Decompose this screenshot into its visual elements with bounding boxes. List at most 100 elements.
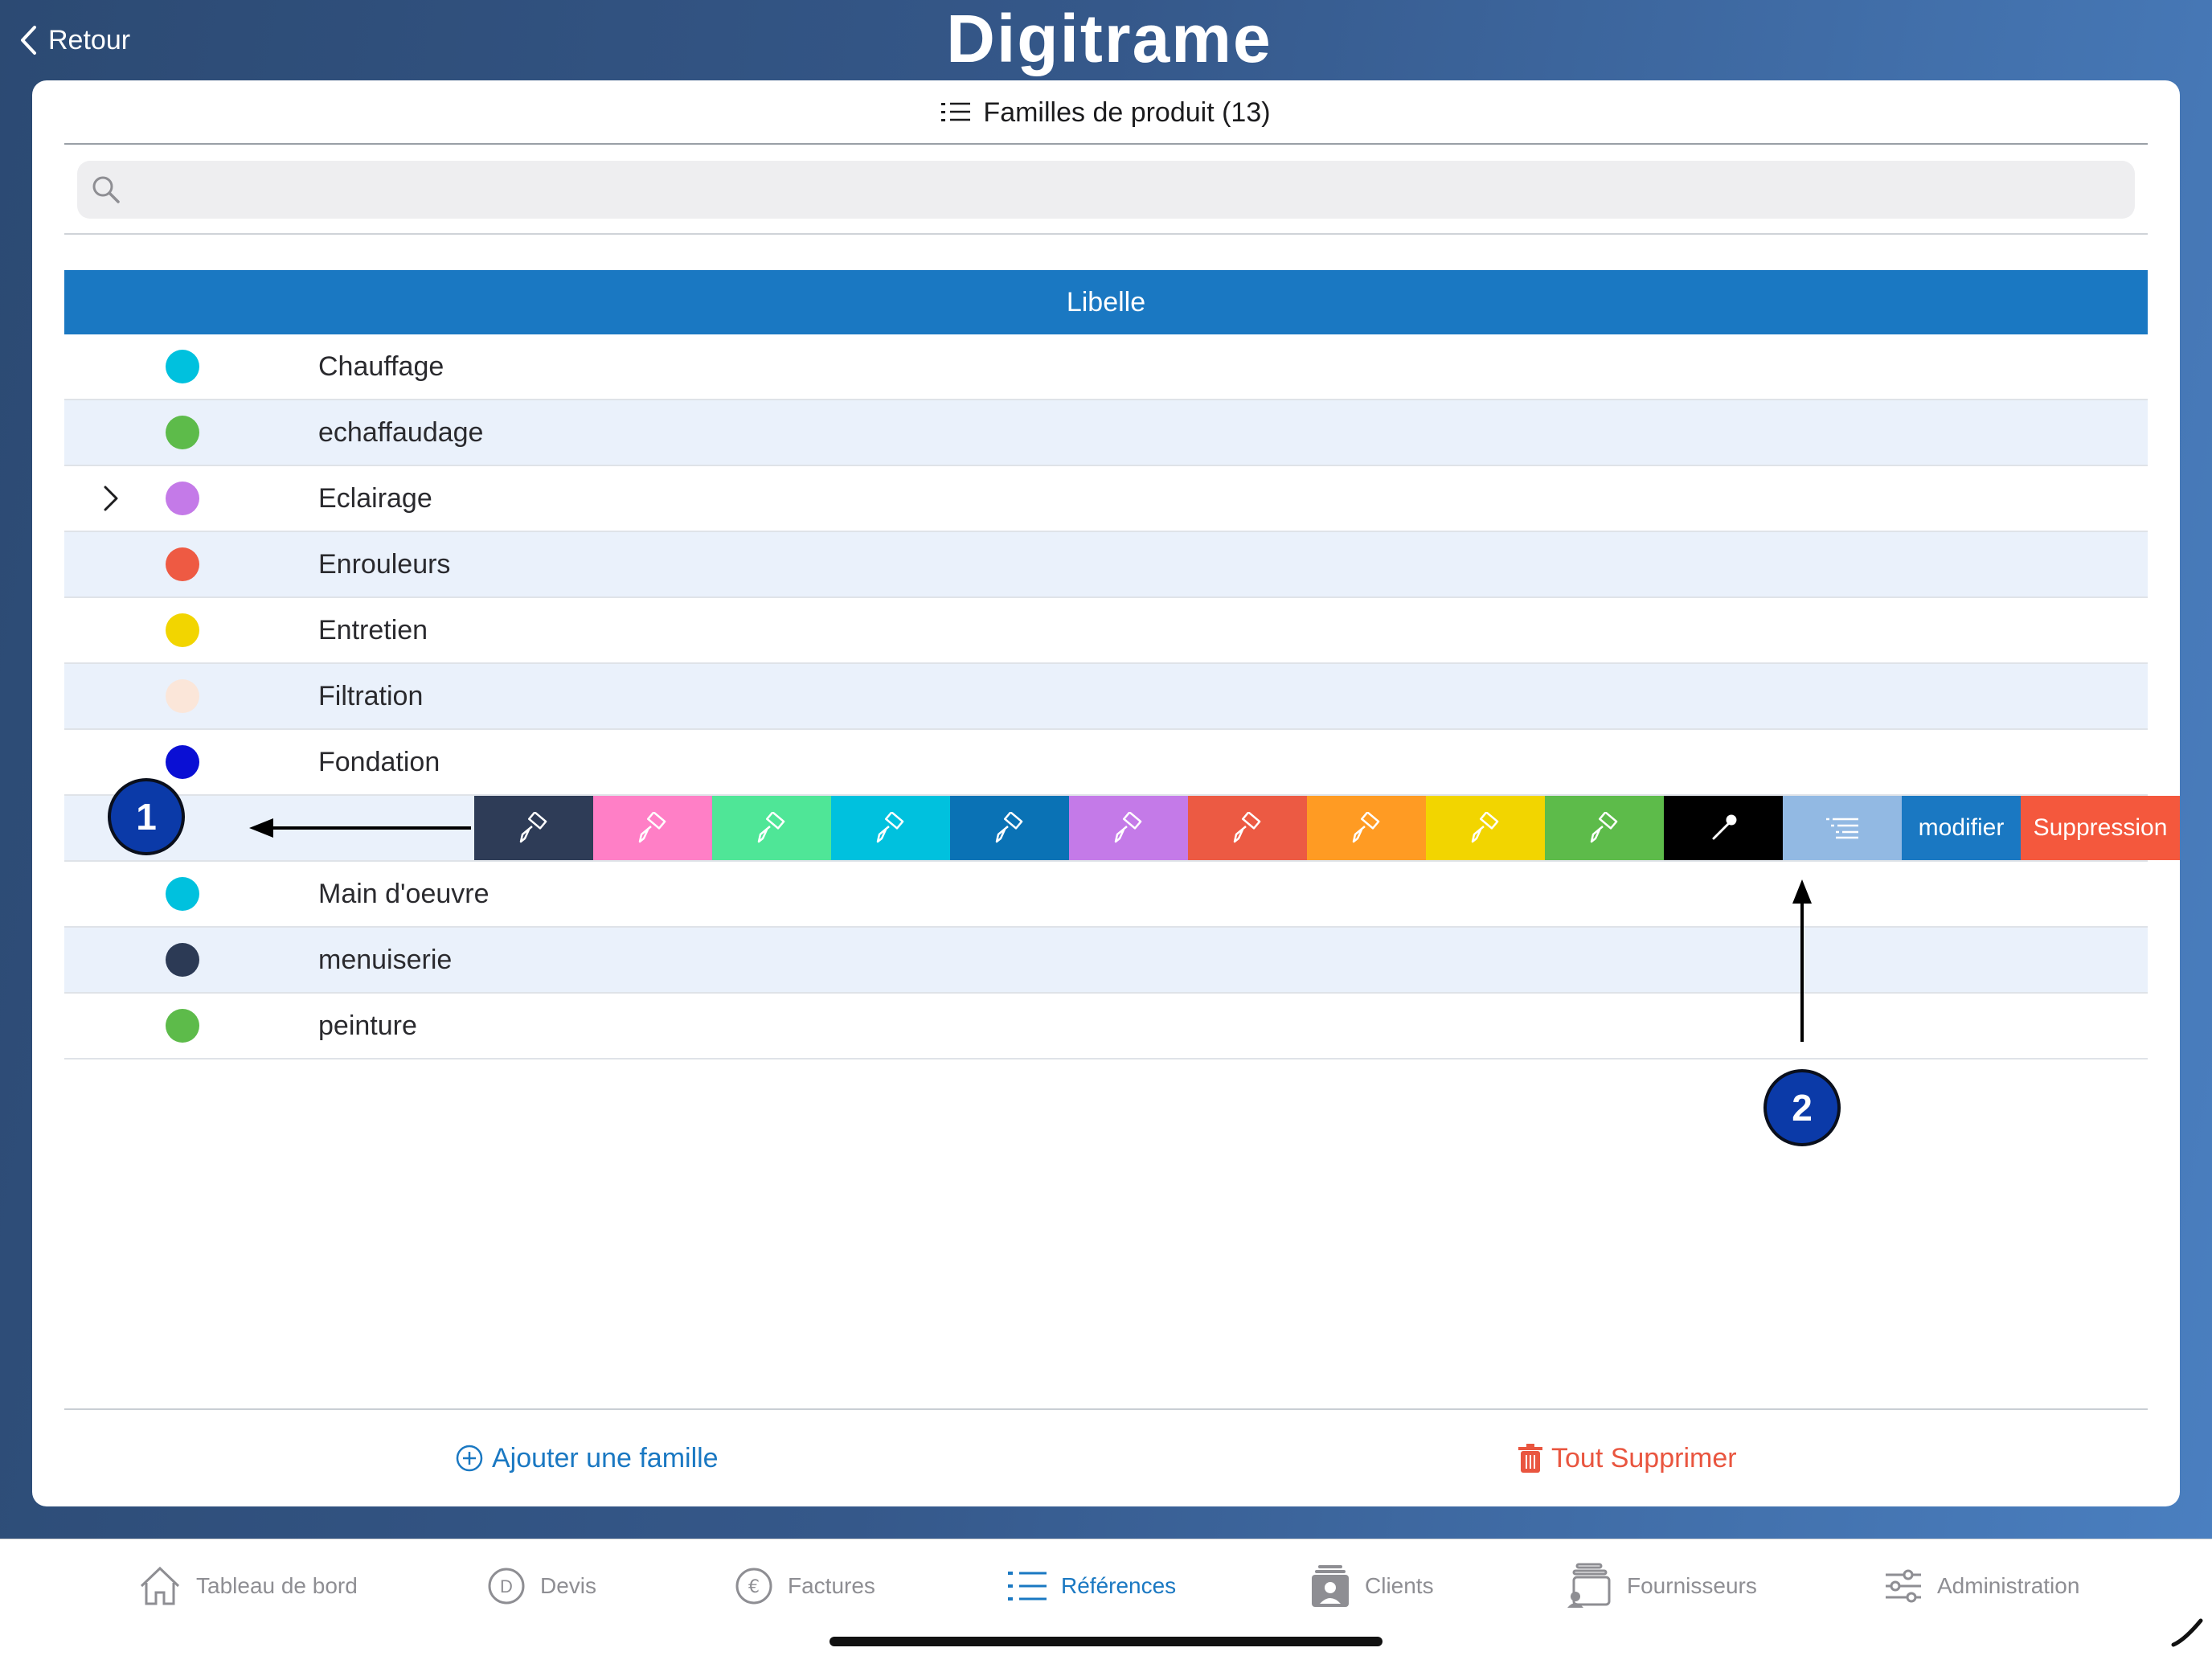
annotation-arrow-up (1792, 879, 1812, 1042)
row-label: Fondation (318, 746, 440, 777)
tab-label: Tableau de bord (196, 1573, 358, 1598)
search-icon (92, 176, 120, 203)
delete-button[interactable]: Suppression (2021, 796, 2180, 860)
table-row[interactable]: Main d'oeuvre (64, 862, 2148, 928)
back-label: Retour (48, 24, 131, 55)
families-table: Libelle Chauffage echaffaudage Eclairage… (64, 270, 2180, 1060)
paint-brush-icon (995, 812, 1023, 843)
tab-label: Devis (540, 1573, 597, 1598)
tab-label: Clients (1365, 1573, 1434, 1598)
row-label: Chauffage (318, 350, 444, 382)
row-label: Main d'oeuvre (318, 878, 490, 909)
title-divider (64, 143, 2148, 145)
eyedropper-button[interactable] (1664, 796, 1783, 860)
table-row[interactable]: Enrouleurs (64, 532, 2148, 598)
tab-fournisseurs[interactable]: Fournisseurs (1566, 1562, 1757, 1610)
tab-label: Factures (788, 1573, 875, 1598)
tab-devis[interactable]: D Devis (487, 1562, 596, 1610)
color-swatch-button[interactable] (831, 796, 950, 860)
tab-references[interactable]: Références (1008, 1562, 1176, 1610)
main-card: Familles de produit (13) Libelle Chauffa… (32, 80, 2180, 1506)
table-row[interactable]: peinture (64, 994, 2148, 1060)
table-row[interactable]: echaffaudage (64, 400, 2148, 466)
plus-circle-icon (456, 1445, 483, 1472)
back-button[interactable]: Retour (19, 18, 130, 63)
chevron-right-icon[interactable] (103, 486, 119, 511)
color-swatch-button[interactable] (1545, 796, 1664, 860)
color-dot (166, 943, 199, 977)
pencil-icon (2171, 1618, 2203, 1647)
search-bar[interactable] (77, 161, 2135, 219)
paint-brush-icon (1114, 812, 1142, 843)
table-row[interactable]: Eclairage (64, 466, 2148, 532)
row-label: menuiserie (318, 944, 453, 975)
search-divider (64, 233, 2148, 235)
indent-list-icon (1826, 818, 1858, 839)
annotation-badge-2: 2 (1763, 1069, 1841, 1146)
paint-brush-icon (638, 812, 666, 843)
paint-brush-icon (876, 812, 904, 843)
annotation-arrow-left (249, 818, 471, 838)
sliders-icon (1886, 1569, 1921, 1603)
table-row[interactable]: Entretien (64, 598, 2148, 664)
paint-brush-icon (1590, 812, 1618, 843)
row-label: Entretien (318, 614, 428, 646)
table-row[interactable]: Chauffage (64, 334, 2148, 400)
home-icon (140, 1566, 180, 1605)
chevron-left-icon (21, 26, 36, 55)
color-dot (166, 745, 199, 779)
tab-tableau-de-bord[interactable]: Tableau de bord (138, 1562, 358, 1610)
paint-brush-icon (519, 812, 547, 843)
color-dot (166, 1009, 199, 1043)
column-header-libelle[interactable]: Libelle (64, 270, 2148, 334)
color-dot (166, 679, 199, 713)
modify-button[interactable]: modifier (1902, 796, 2021, 860)
table-row-swiped[interactable]: modifier Suppression (64, 796, 2180, 862)
paint-brush-icon (1233, 812, 1261, 843)
paint-brush-icon (757, 812, 785, 843)
row-label: Enrouleurs (318, 548, 451, 580)
home-indicator[interactable] (830, 1637, 1382, 1646)
delete-all-button[interactable]: Tout Supprimer (1518, 1437, 1737, 1479)
page-title: Familles de produit (13) (32, 95, 2180, 130)
tab-factures[interactable]: € Factures (735, 1562, 875, 1610)
color-swatch-button[interactable] (1426, 796, 1545, 860)
annotation-badge-1: 1 (108, 778, 185, 855)
tab-label: Fournisseurs (1627, 1573, 1757, 1598)
table-row[interactable]: Fondation (64, 730, 2148, 796)
add-family-button[interactable]: Ajouter une famille (455, 1437, 719, 1479)
svg-text:€: € (748, 1577, 760, 1597)
color-swatch-button[interactable] (950, 796, 1069, 860)
tab-clients[interactable]: Clients (1310, 1562, 1434, 1610)
footer-divider (64, 1408, 2148, 1410)
table-row[interactable]: menuiserie (64, 928, 2148, 994)
color-swatch-button[interactable] (712, 796, 831, 860)
sort-list-button[interactable] (1783, 796, 1902, 860)
page-title-text: Familles de produit (13) (983, 96, 1271, 128)
tab-administration[interactable]: Administration (1884, 1562, 2079, 1610)
swipe-actions: modifier Suppression (474, 796, 2180, 860)
table-row[interactable]: Filtration (64, 664, 2148, 730)
trash-icon (1518, 1444, 1542, 1473)
delete-all-label: Tout Supprimer (1551, 1442, 1737, 1474)
tab-label: Administration (1937, 1573, 2080, 1598)
numbered-list-icon (941, 102, 971, 121)
tab-label: Références (1061, 1573, 1177, 1598)
row-label: echaffaudage (318, 416, 484, 448)
color-swatch-button[interactable] (593, 796, 712, 860)
color-swatch-button[interactable] (1069, 796, 1188, 860)
color-swatch-button[interactable] (1307, 796, 1426, 860)
color-swatch-button[interactable] (1188, 796, 1307, 860)
devis-icon: D (488, 1568, 525, 1605)
color-dot (166, 613, 199, 647)
color-dot (166, 416, 199, 449)
color-swatch-button[interactable] (474, 796, 593, 860)
search-input[interactable] (135, 174, 2067, 206)
row-label: peinture (318, 1010, 417, 1041)
clients-icon (1312, 1565, 1349, 1607)
suppliers-icon (1567, 1563, 1611, 1608)
color-dot (166, 350, 199, 383)
app-logo: Digitrame (946, 0, 1272, 76)
paint-brush-icon (1471, 812, 1499, 843)
list-icon (1008, 1572, 1047, 1601)
